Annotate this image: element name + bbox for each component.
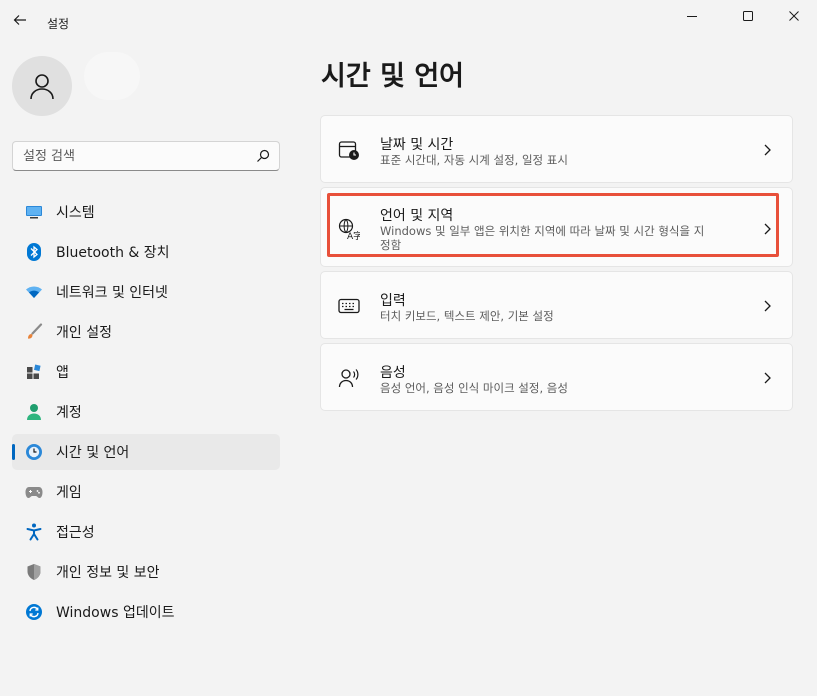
- minimize-icon: [687, 16, 697, 17]
- chevron-right-icon: [760, 143, 774, 157]
- card-description: 음성 언어, 음성 인식 마이크 설정, 음성: [380, 381, 568, 395]
- back-arrow-icon: [13, 15, 26, 25]
- close-icon: [789, 11, 799, 21]
- sidebar-item-network[interactable]: 네트워크 및 인터넷: [12, 274, 280, 310]
- maximize-button[interactable]: [736, 4, 760, 28]
- sidebar-item-gaming[interactable]: 게임: [12, 474, 280, 510]
- card-title: 날짜 및 시간: [380, 137, 454, 153]
- keyboard-icon: [337, 294, 361, 318]
- card-title: 입력: [380, 293, 406, 309]
- search-icon[interactable]: [255, 148, 271, 164]
- monitor-icon: [24, 202, 44, 222]
- minimize-button[interactable]: [680, 4, 704, 28]
- chevron-right-icon: [760, 371, 774, 385]
- close-button[interactable]: [782, 4, 806, 28]
- card-title: 음성: [380, 365, 406, 381]
- accessibility-icon: [24, 522, 44, 542]
- sidebar-item-accessibility[interactable]: 접근성: [12, 514, 280, 550]
- person-outline-icon: [30, 74, 54, 100]
- card-date-time[interactable]: 날짜 및 시간 표준 시간대, 자동 시계 설정, 일정 표시: [320, 115, 793, 183]
- wifi-icon: [24, 282, 44, 302]
- maximize-icon: [743, 11, 753, 21]
- update-icon: [24, 602, 44, 622]
- sidebar-item-accounts[interactable]: 계정: [12, 394, 280, 430]
- sidebar-item-privacy[interactable]: 개인 정보 및 보안: [12, 554, 280, 590]
- search-box[interactable]: [12, 141, 280, 171]
- chevron-right-icon: [760, 299, 774, 313]
- highlight-box: [327, 193, 779, 257]
- apps-icon: [24, 362, 44, 382]
- shield-icon: [24, 562, 44, 582]
- card-speech[interactable]: 음성 음성 언어, 음성 인식 마이크 설정, 음성: [320, 343, 793, 411]
- sidebar-item-time-language[interactable]: 시간 및 언어: [12, 434, 280, 470]
- sidebar-nav: 시스템 Bluetooth & 장치 네트워크 및 인터넷 개인 설정 앱 계정…: [12, 194, 280, 634]
- sidebar-item-bluetooth[interactable]: Bluetooth & 장치: [12, 234, 280, 270]
- sidebar-item-windows-update[interactable]: Windows 업데이트: [12, 594, 280, 630]
- person-icon: [24, 402, 44, 422]
- back-button[interactable]: [8, 8, 32, 32]
- card-description: 표준 시간대, 자동 시계 설정, 일정 표시: [380, 153, 568, 167]
- card-description: 터치 키보드, 텍스트 제안, 기본 설정: [380, 309, 554, 323]
- gamepad-icon: [24, 482, 44, 502]
- user-name-placeholder: [84, 52, 140, 100]
- speech-icon: [337, 366, 361, 390]
- settings-window: 설정 설정 검색 시스템 Bluetooth & 장치 네트워크 및 인터넷 개…: [0, 0, 817, 696]
- search-input[interactable]: [13, 142, 243, 170]
- title-bar: 설정: [0, 0, 817, 40]
- sidebar-item-system[interactable]: 시스템: [12, 194, 280, 230]
- calendar-clock-icon: [337, 138, 361, 162]
- page-title: 시간 및 언어: [321, 61, 464, 92]
- user-avatar[interactable]: [12, 56, 72, 116]
- sidebar-item-apps[interactable]: 앱: [12, 354, 280, 390]
- brush-icon: [24, 322, 44, 342]
- card-typing[interactable]: 입력 터치 키보드, 텍스트 제안, 기본 설정: [320, 271, 793, 339]
- app-title: 설정: [47, 17, 70, 31]
- sidebar-item-personalization[interactable]: 개인 설정: [12, 314, 280, 350]
- globe-clock-icon: [24, 442, 44, 462]
- bluetooth-icon: [24, 242, 44, 262]
